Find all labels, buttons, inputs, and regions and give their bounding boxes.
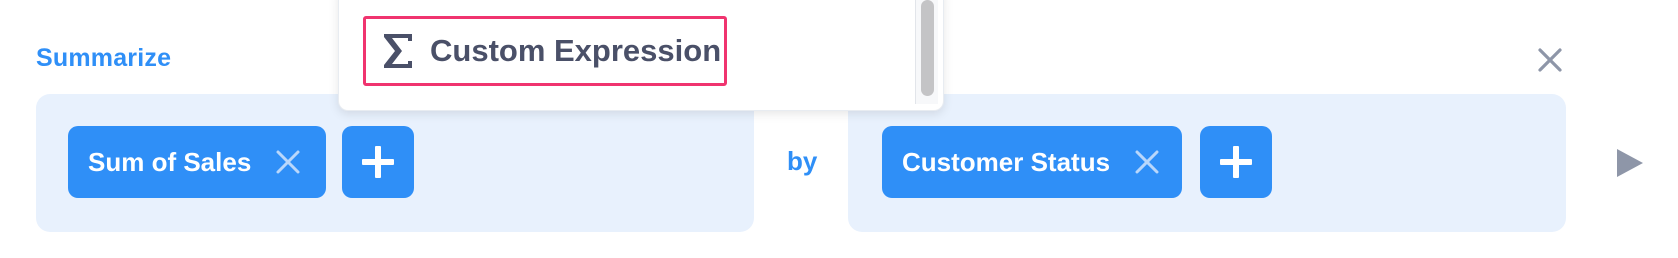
custom-expression-label: Custom Expression xyxy=(430,33,722,68)
by-label: by xyxy=(787,146,818,176)
close-summarize-button[interactable] xyxy=(1536,46,1564,74)
run-button[interactable] xyxy=(1612,146,1646,180)
play-icon xyxy=(1617,149,1643,177)
plus-icon xyxy=(1220,146,1252,178)
close-icon xyxy=(276,150,300,174)
metric-pill[interactable]: Sum of Sales xyxy=(68,126,326,198)
expression-dropdown: Custom Expression xyxy=(338,0,944,111)
plus-icon xyxy=(362,146,394,178)
remove-group-by-button[interactable] xyxy=(1132,147,1162,177)
metric-pill-label: Sum of Sales xyxy=(88,146,252,177)
close-icon xyxy=(1538,48,1562,72)
dropdown-scrollbar[interactable] xyxy=(915,0,938,104)
close-icon xyxy=(1135,150,1159,174)
custom-expression-option[interactable]: Custom Expression xyxy=(363,16,727,86)
summarize-editor: Summarize Sum of Sales by Customer Statu… xyxy=(0,0,1678,258)
group-by-pill-label: Customer Status xyxy=(902,146,1111,177)
scrollbar-thumb[interactable] xyxy=(921,0,934,96)
add-metric-button[interactable] xyxy=(342,126,414,198)
remove-metric-button[interactable] xyxy=(273,147,303,177)
add-group-by-button[interactable] xyxy=(1200,126,1272,198)
summarize-title: Summarize xyxy=(36,44,172,72)
group-by-pill[interactable]: Customer Status xyxy=(882,126,1182,198)
sigma-icon xyxy=(378,30,418,72)
